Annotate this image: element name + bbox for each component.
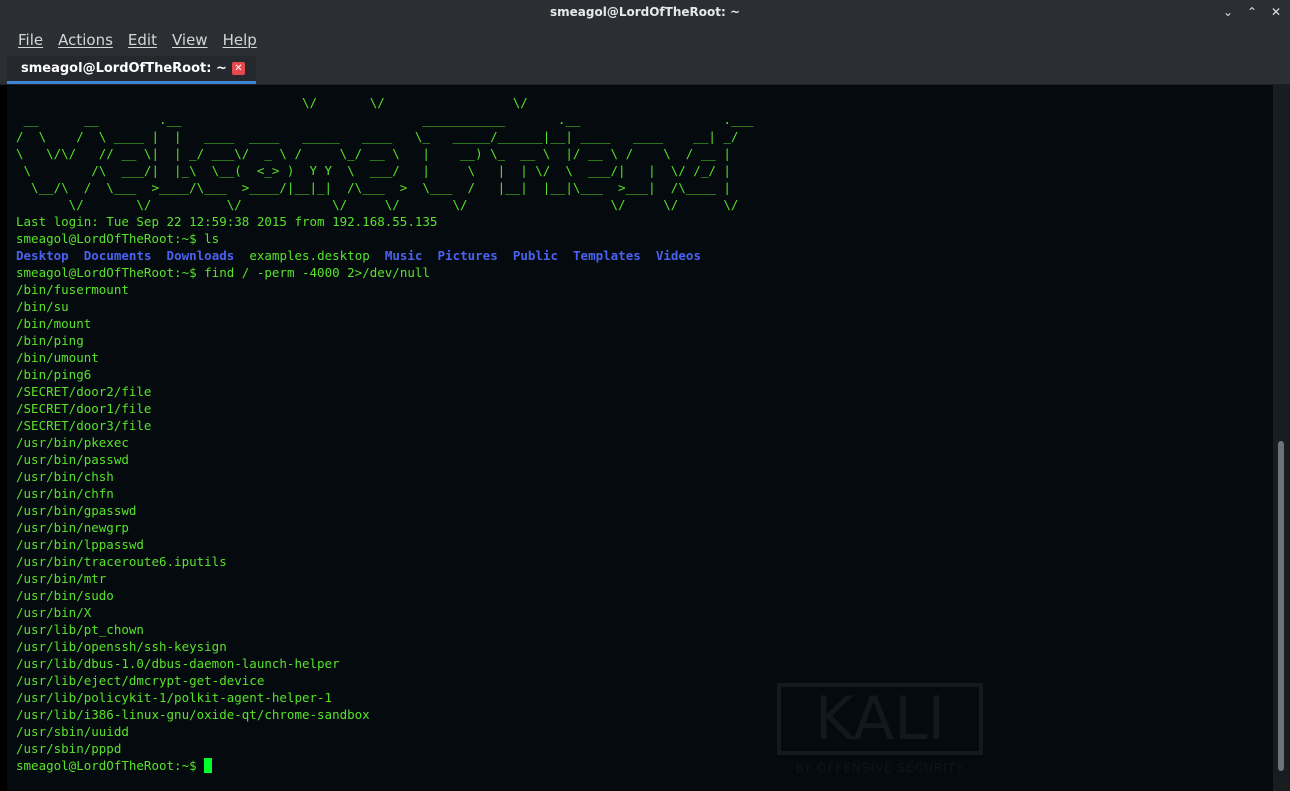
terminal-output: \/ \/ \/ __ __ .__ ___________ .__ .___ /… xyxy=(16,94,754,774)
find-result: /bin/mount xyxy=(16,316,92,331)
scrollbar-thumb[interactable] xyxy=(1278,441,1284,771)
find-result: /usr/bin/mtr xyxy=(16,571,107,586)
find-result: /usr/bin/lppasswd xyxy=(16,537,144,552)
tab-close-icon[interactable]: ✕ xyxy=(232,62,245,75)
find-result: /usr/bin/gpasswd xyxy=(16,503,137,518)
find-result: /usr/bin/passwd xyxy=(16,452,129,467)
prompt: smeagol@LordOfTheRoot:~$ xyxy=(16,758,205,773)
menu-bar: File Actions Edit View Help xyxy=(0,26,1290,53)
dir-videos: Videos xyxy=(655,248,701,263)
prompt: smeagol@LordOfTheRoot:~$ xyxy=(16,231,205,246)
maximize-icon[interactable]: ⌃ xyxy=(1244,4,1260,20)
last-login-line: Last login: Tue Sep 22 12:59:38 2015 fro… xyxy=(16,214,438,229)
dir-downloads: Downloads xyxy=(166,248,235,263)
ls-output: Desktop Documents Downloads examples.des… xyxy=(16,247,754,264)
dir-music: Music xyxy=(384,248,423,263)
command-text: ls xyxy=(204,231,220,246)
find-result: /usr/bin/newgrp xyxy=(16,520,129,535)
find-result: /usr/lib/pt_chown xyxy=(16,622,144,637)
dir-pictures: Pictures xyxy=(437,248,498,263)
banner-line: \ \/\/ // __ \| | _/ ___\/ _ \ / \_/ __ … xyxy=(16,146,731,161)
banner-line: \__/\ / \___ >____/\___ >____/|__|_| /\_… xyxy=(16,180,731,195)
window-title: smeagol@LordOfTheRoot: ~ xyxy=(549,5,740,19)
find-result: /usr/sbin/pppd xyxy=(16,741,122,756)
find-result: /usr/bin/chfn xyxy=(16,486,114,501)
menu-help[interactable]: Help xyxy=(223,31,257,49)
find-result: /SECRET/door1/file xyxy=(16,401,152,416)
find-result: /usr/lib/policykit-1/polkit-agent-helper… xyxy=(16,690,333,705)
find-result: /SECRET/door2/file xyxy=(16,384,152,399)
dir-desktop: Desktop xyxy=(16,248,69,263)
menu-view[interactable]: View xyxy=(172,31,208,49)
kali-watermark: KALI xyxy=(777,683,983,755)
terminal-view[interactable]: KALI BY OFFENSIVE SECURITY \/ \/ \/ __ _… xyxy=(7,85,1273,791)
find-result: /usr/lib/openssh/ssh-keysign xyxy=(16,639,227,654)
final-prompt-line[interactable]: smeagol@LordOfTheRoot:~$ xyxy=(16,757,754,774)
find-result: /usr/bin/pkexec xyxy=(16,435,129,450)
menu-file[interactable]: File xyxy=(18,31,43,49)
text-cursor xyxy=(204,758,213,773)
tab-label: smeagol@LordOfTheRoot: ~ xyxy=(21,61,227,76)
dir-documents: Documents xyxy=(83,248,152,263)
find-result: /usr/bin/X xyxy=(16,605,92,620)
scrollbar[interactable] xyxy=(1273,85,1290,791)
tab-bar: smeagol@LordOfTheRoot: ~ ✕ xyxy=(0,53,1290,85)
find-result: /usr/lib/i386-linux-gnu/oxide-qt/chrome-… xyxy=(16,707,370,722)
close-icon[interactable]: ✕ xyxy=(1268,4,1284,20)
file-examples-desktop: examples.desktop xyxy=(249,248,370,263)
menu-edit[interactable]: Edit xyxy=(128,31,157,49)
menu-actions[interactable]: Actions xyxy=(58,31,113,49)
command-line-ls: smeagol@LordOfTheRoot:~$ ls xyxy=(16,230,754,247)
find-result: /usr/sbin/uuidd xyxy=(16,724,129,739)
kali-watermark-subtitle: BY OFFENSIVE SECURITY xyxy=(795,761,965,775)
find-result: /bin/umount xyxy=(16,350,99,365)
find-result: /SECRET/door3/file xyxy=(16,418,152,433)
banner-line: \ /\ ___/| |_\ \__( <_> ) Y Y \ ___/ | \… xyxy=(16,163,731,178)
find-result: /bin/fusermount xyxy=(16,282,129,297)
dir-templates: Templates xyxy=(573,248,641,263)
command-text: find / -perm -4000 2>/dev/null xyxy=(204,265,430,280)
find-result: /bin/su xyxy=(16,299,69,314)
find-result: /usr/bin/traceroute6.iputils xyxy=(16,554,227,569)
find-result: /usr/lib/dbus-1.0/dbus-daemon-launch-hel… xyxy=(16,656,340,671)
find-result: /usr/bin/chsh xyxy=(16,469,114,484)
title-bar: smeagol@LordOfTheRoot: ~ ⌄ ⌃ ✕ xyxy=(0,0,1290,26)
find-result: /usr/bin/sudo xyxy=(16,588,114,603)
window-controls: ⌄ ⌃ ✕ xyxy=(1220,4,1284,20)
banner-line: __ __ .__ ___________ .__ .___ xyxy=(16,112,754,127)
dir-public: Public xyxy=(512,248,558,263)
find-result: /usr/lib/eject/dmcrypt-get-device xyxy=(16,673,265,688)
minimize-icon[interactable]: ⌄ xyxy=(1220,4,1236,20)
banner-line: \/ \/ \/ \/ \/ \/ \/ \/ \/ xyxy=(16,197,739,212)
command-line-find: smeagol@LordOfTheRoot:~$ find / -perm -4… xyxy=(16,264,754,281)
find-result: /bin/ping6 xyxy=(16,367,92,382)
prompt: smeagol@LordOfTheRoot:~$ xyxy=(16,265,205,280)
tab-terminal[interactable]: smeagol@LordOfTheRoot: ~ ✕ xyxy=(7,56,256,84)
banner-line: \/ \/ \/ xyxy=(16,95,528,110)
banner-line: / \ / \ ____ | | ____ ____ _____ ____ \_… xyxy=(16,129,739,144)
find-result: /bin/ping xyxy=(16,333,84,348)
